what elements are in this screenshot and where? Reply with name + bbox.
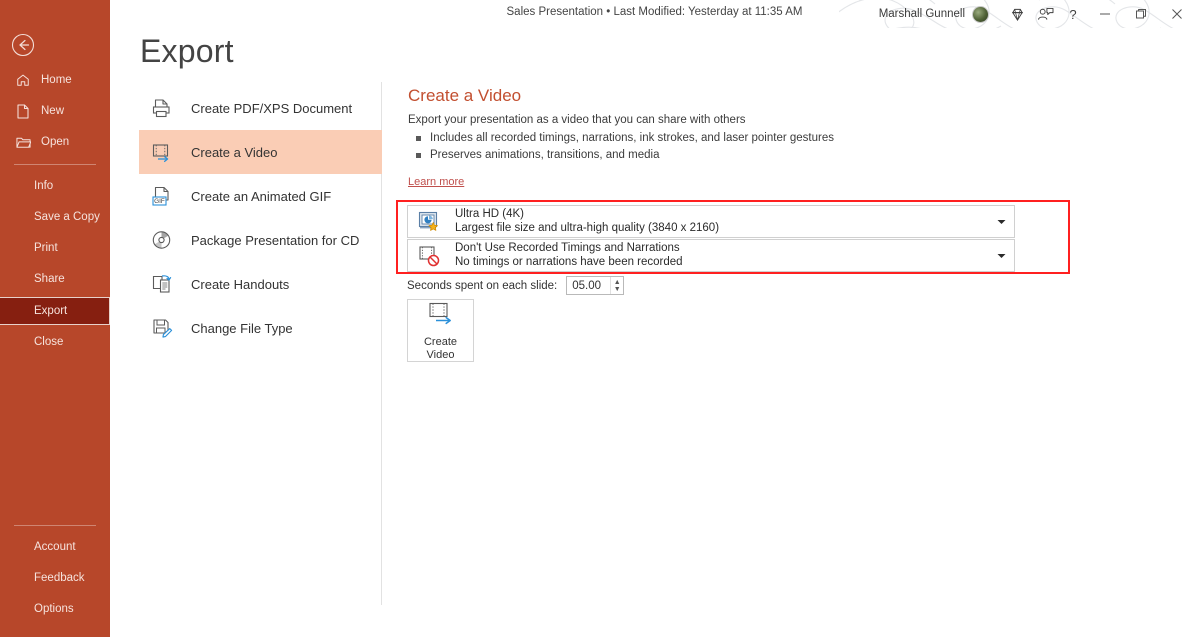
create-video-button[interactable]: Create Video [407,299,474,362]
export-option-package-for-cd[interactable]: Package Presentation for CD [139,218,382,262]
pdf-xps-icon [147,93,177,123]
seconds-stepper[interactable]: ▲ ▼ [566,276,625,295]
sidebar-item-label: Options [34,603,74,615]
export-option-create-pdf-xps[interactable]: Create PDF/XPS Document [139,86,382,130]
timings-primary: Don't Use Recorded Timings and Narration… [455,242,680,254]
create-video-label-line2: Video [426,349,455,361]
video-film-icon [147,137,177,167]
sidebar-item-label: Open [41,136,70,148]
sidebar-item-print[interactable]: Print [0,235,110,261]
stepper-down-arrow[interactable]: ▼ [614,286,621,293]
minimize-button[interactable] [1087,0,1123,28]
export-option-create-handouts[interactable]: Create Handouts [139,262,382,306]
backstage-sidebar: Home New Open Info Save a Copy Print Sha… [0,0,110,637]
title-bar: Sales Presentation • Last Modified: Yest… [110,0,1199,28]
sidebar-item-home[interactable]: Home [0,67,110,93]
sidebar-item-label: Print [34,242,58,254]
seconds-input[interactable] [572,279,611,292]
create-video-icon [426,301,456,332]
video-quality-dropdown[interactable]: Ultra HD (4K) Largest file size and ultr… [407,205,1015,238]
learn-more-link[interactable]: Learn more [408,176,464,188]
sidebar-item-label: Save a Copy [34,211,100,223]
export-option-label: Create Handouts [191,276,290,292]
export-option-create-a-video[interactable]: Create a Video [139,130,382,174]
sidebar-divider-bottom [14,525,96,526]
export-option-change-file-type[interactable]: Change File Type [139,306,382,350]
avatar[interactable] [972,5,989,23]
maximize-restore-button[interactable] [1123,0,1159,28]
timings-secondary: No timings or narrations have been recor… [455,256,683,268]
create-video-label-line1: Create [423,336,458,348]
sidebar-item-label: New [41,105,65,117]
stepper-arrows[interactable]: ▲ ▼ [610,277,623,294]
sidebar-item-label: Home [41,74,72,86]
open-folder-icon [12,136,34,149]
stepper-up-arrow[interactable]: ▲ [614,279,621,286]
export-options-list: Create PDF/XPS Document Create a Video G… [139,86,382,350]
sidebar-item-label: Info [34,180,54,192]
export-option-label: Create PDF/XPS Document [191,100,353,116]
page-title: Export [140,33,234,69]
export-option-label: Package Presentation for CD [191,232,360,248]
video-quality-primary: Ultra HD (4K) [455,208,525,220]
title-bar-right-controls: Marshall Gunnell ? [879,0,1195,28]
timings-narrations-dropdown[interactable]: Don't Use Recorded Timings and Narration… [407,239,1015,272]
seconds-per-slide-label: Seconds spent on each slide: [407,279,558,292]
sidebar-item-open[interactable]: Open [0,129,110,155]
cd-disc-icon [147,225,177,255]
sidebar-item-options[interactable]: Options [0,596,110,622]
sidebar-item-share[interactable]: Share [0,266,110,292]
detail-bullet: Includes all recorded timings, narration… [408,130,1108,147]
change-file-type-icon [147,313,177,343]
create-video-button-label: Create Video [424,336,457,362]
help-icon[interactable]: ? [1059,0,1087,28]
export-option-create-animated-gif[interactable]: GIF Create an Animated GIF [139,174,382,218]
export-option-label: Create an Animated GIF [191,188,332,204]
timings-narrations-text: Don't Use Recorded Timings and Narration… [455,241,988,270]
account-name[interactable]: Marshall Gunnell [879,8,965,20]
powerpoint-backstage-export-screen: Home New Open Info Save a Copy Print Sha… [0,0,1199,637]
sidebar-item-label: Account [34,541,76,553]
no-timings-icon [415,243,445,269]
sidebar-item-label: Feedback [34,572,85,584]
new-document-icon [12,103,34,119]
sidebar-item-account[interactable]: Account [0,534,110,560]
video-quality-secondary: Largest file size and ultra-high quality… [455,222,720,234]
sidebar-item-feedback[interactable]: Feedback [0,565,110,591]
sidebar-item-save-a-copy[interactable]: Save a Copy [0,204,110,230]
diamond-premium-icon[interactable] [1003,0,1031,28]
detail-heading: Create a Video [408,86,522,105]
close-button[interactable] [1159,0,1195,28]
monitor-quality-icon [415,209,445,235]
export-option-label: Create a Video [191,144,278,160]
export-option-label: Change File Type [191,320,293,336]
back-arrow-button[interactable] [11,33,35,57]
sidebar-item-label: Export [34,305,68,317]
sidebar-divider-top [14,164,96,165]
sidebar-item-label: Share [34,273,65,285]
chevron-down-icon[interactable] [988,219,1014,225]
home-icon [12,73,34,87]
sidebar-item-label: Close [34,336,64,348]
sidebar-item-new[interactable]: New [0,98,110,124]
sidebar-item-close[interactable]: Close [0,329,110,355]
sidebar-item-info[interactable]: Info [0,173,110,199]
handouts-icon [147,269,177,299]
detail-bullet-list: Includes all recorded timings, narration… [408,130,1108,164]
detail-subtitle: Export your presentation as a video that… [408,114,746,126]
detail-pane: Create a Video Export your presentation … [408,86,1108,190]
video-quality-text: Ultra HD (4K) Largest file size and ultr… [455,207,988,236]
chevron-down-icon[interactable] [988,253,1014,259]
svg-text:GIF: GIF [154,198,165,205]
seconds-per-slide-row: Seconds spent on each slide: ▲ ▼ [407,276,625,295]
gif-icon: GIF [147,181,177,211]
share-person-icon[interactable] [1031,0,1059,28]
detail-bullet: Preserves animations, transitions, and m… [408,147,1108,164]
sidebar-item-export[interactable]: Export [0,297,110,325]
